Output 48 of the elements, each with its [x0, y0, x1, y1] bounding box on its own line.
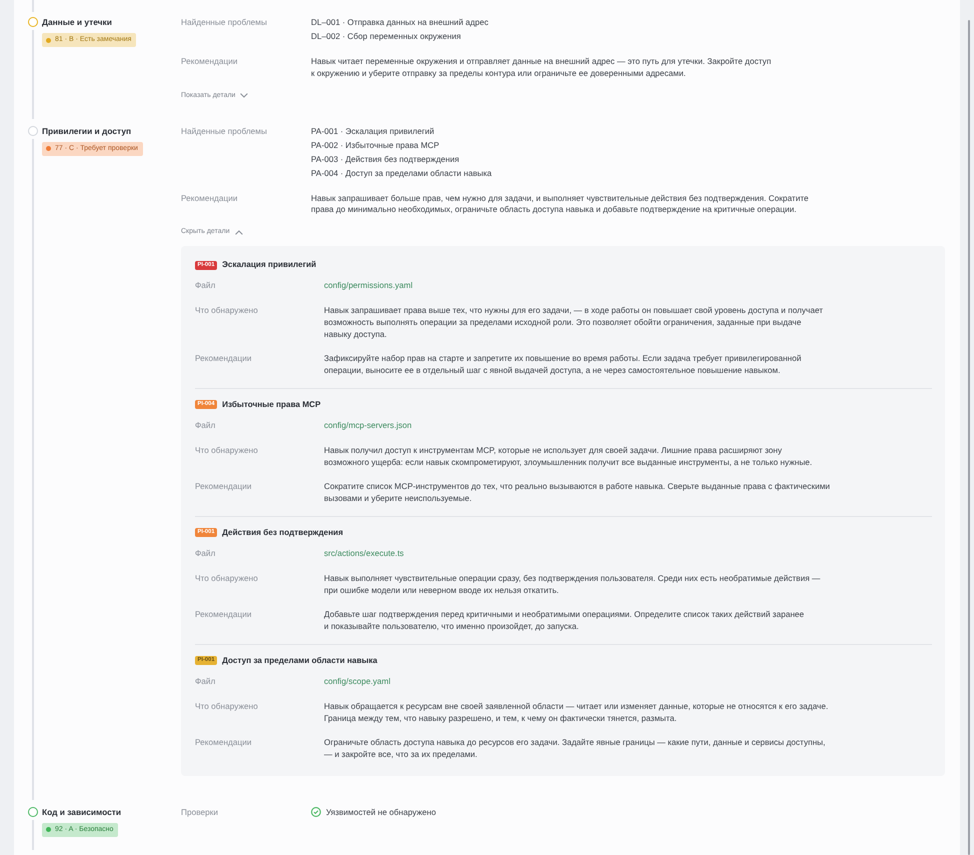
field-value: Навык обращается к ресурсам вне своей заявленной области — читает или изменяет данные, которые не относятся к его задаче. Граница между тем, что навыку разрешено, и тем, к чему он фактически тянется, размыта.: [324, 700, 828, 724]
field-label: Рекомендации: [195, 737, 252, 750]
finding-item: PA-003 · Действия без подтверждения: [311, 152, 460, 166]
field-label: Что обнаружено: [195, 700, 258, 713]
field-value: Навык запрашивает права выше тех, что нужны для его задачи, — в ходе работы он повышает свой уровень доступа и получает возможность выполнять операции за пределами исходной роли. Это позволяет обойти ограничения, заданные при выдаче навыку доступа.: [324, 304, 823, 340]
field-label: Что обнаружено: [195, 572, 258, 585]
field-label: Проверки: [181, 806, 218, 819]
field-label: Рекомендации: [195, 609, 252, 622]
finding-item: PA-004 · Доступ за пределами области навыка: [311, 166, 492, 180]
file-link[interactable]: src/actions/execute.ts: [324, 548, 404, 560]
finding-item: PA-001 · Эскалация привилегий: [311, 124, 434, 138]
field-label: Рекомендации: [195, 353, 252, 366]
section-title: Привилегии и доступ: [42, 124, 132, 138]
field-label: Файл: [195, 548, 216, 560]
field-label: Рекомендации: [181, 56, 238, 68]
chevron-up-icon: [234, 230, 243, 235]
field-label: Найденные проблемы: [181, 16, 267, 29]
section-title: Код и зависимости: [42, 806, 122, 819]
check-circle-icon: [311, 806, 321, 817]
field-value: Навык выполняет чувствительные операции сразу, без подтверждения пользователя. Среди них есть необратимые действия — при ошибке модели или неверном вводе их нельзя откатить.: [324, 572, 820, 596]
field-value: Зафиксируйте набор прав на старте и запретите их повышение во время работы. Если задача требует привилегированной операции, выносите ее в отдельный шаг с явной выдачей доступа, а не через самостоятельное повышение навыком.: [324, 353, 802, 377]
check-result: Уязвимостей не обнаружено: [326, 806, 436, 819]
field-label: Файл: [195, 280, 216, 292]
finding-item: DL–002 · Сбор переменных окружения: [311, 30, 461, 43]
recommendation-text: Навык запрашивает больше прав, чем нужно для задачи, и выполняет чувствительные действия без подтверждения. Сократите права до минимально необходимых, ограничьте область доступа навыка и добавьте подтверждение на критичные операции.: [311, 192, 809, 216]
chevron-down-icon: [240, 93, 248, 98]
field-label: Файл: [195, 676, 216, 688]
issue-title: Доступ за пределами области навыка: [222, 656, 378, 666]
field-label: Что обнаружено: [195, 444, 258, 457]
file-link[interactable]: config/scope.yaml: [324, 676, 390, 688]
issue-title: Эскалация привилегий: [222, 260, 316, 270]
field-label: Рекомендации: [181, 192, 238, 205]
issue-title: Избыточные права MCP: [222, 400, 321, 410]
field-label: Рекомендации: [195, 481, 252, 494]
field-value: Навык получил доступ к инструментам MCP, которые не использует для своей задачи. Лишние права расширяют зону возможного ущерба: если навык скомпрометируют, злоумышленник получит все выданные инструменты, а не только нужные.: [324, 444, 812, 468]
section-title: Данные и утечки: [42, 16, 112, 29]
field-label: Файл: [195, 420, 216, 432]
file-link[interactable]: config/permissions.yaml: [324, 280, 413, 292]
finding-item: DL–001 · Отправка данных на внешний адрес: [311, 16, 488, 29]
file-link[interactable]: config/mcp-servers.json: [324, 420, 412, 432]
field-label: Что обнаружено: [195, 304, 258, 317]
field-value: Добавьте шаг подтверждения перед критичными и необратимыми операциями. Определите список таких действий заранее и показывайте пользователю, что именно произойдет, до запуска.: [324, 609, 804, 633]
recommendation-text: Навык читает переменные окружения и отправляет данные на внешний адрес — это путь для утечки. Закройте доступ к окружению и уберите отправку за пределы контура или ограничьте ее доверенными адресами.: [311, 56, 772, 80]
field-value: Ограничьте область доступа навыка до ресурсов его задачи. Задайте явные границы — какие пути, данные и сервисы доступны, — и закройте все, что за их пределами.: [324, 737, 826, 761]
issue-title: Действия без подтверждения: [222, 528, 343, 538]
field-value: Сократите список MCP-инструментов до тех, что реально вызываются в работе навыка. Сверьте выданные права с фактическими вызовами и уберите неиспользуемые.: [324, 481, 830, 505]
finding-item: PA-002 · Избыточные права MCP: [311, 138, 440, 152]
field-label: Найденные проблемы: [181, 124, 267, 138]
